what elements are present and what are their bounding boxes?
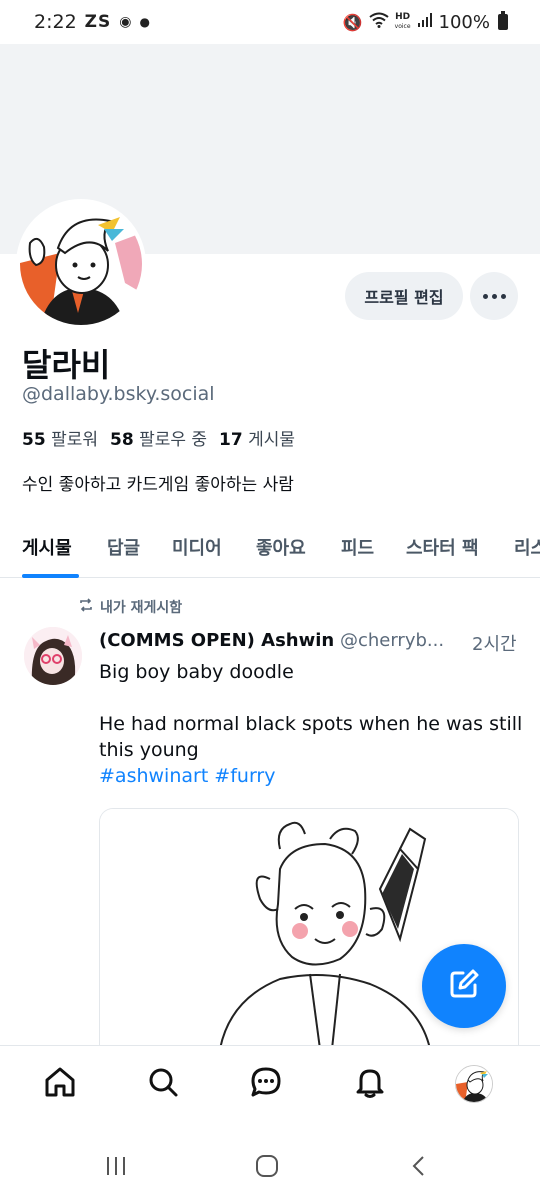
- chat-icon: [249, 1065, 283, 1103]
- post-time[interactable]: 2시간: [470, 630, 517, 656]
- home-icon: [43, 1065, 77, 1103]
- more-options-button[interactable]: [470, 272, 518, 320]
- status-bar: 2:22 ZS ◉ ● 🔇 HD voice 100%: [0, 0, 540, 44]
- system-home-button[interactable]: [252, 1153, 282, 1183]
- post-author-avatar[interactable]: [24, 627, 82, 685]
- profile-avatar-small: [455, 1065, 493, 1103]
- posts-label: 게시물: [248, 430, 296, 450]
- status-bar-right: 🔇 HD voice 100%: [342, 11, 508, 33]
- recents-icon: [104, 1154, 128, 1182]
- post-line-1: Big boy baby doodle: [99, 661, 294, 683]
- tab-likes[interactable]: 좋아요: [256, 534, 306, 560]
- repost-icon: [78, 598, 94, 616]
- posts-count: 17: [219, 430, 243, 450]
- nav-search[interactable]: [143, 1064, 183, 1104]
- back-button[interactable]: [404, 1153, 434, 1183]
- edit-profile-button[interactable]: 프로필 편집: [345, 272, 463, 320]
- battery-icon: [498, 11, 508, 30]
- followers-stat[interactable]: 55 팔로워: [22, 425, 98, 450]
- followers-count: 55: [22, 430, 46, 450]
- battery-percent: 100%: [438, 11, 490, 33]
- nav-chat[interactable]: [246, 1064, 286, 1104]
- tab-lists[interactable]: 리스: [514, 534, 540, 560]
- post-author-handle[interactable]: @cherryb...: [340, 630, 444, 651]
- post-hashtags[interactable]: #ashwinart #furry: [99, 763, 524, 789]
- tab-replies[interactable]: 답글: [107, 534, 140, 560]
- home-circle-icon: [254, 1153, 280, 1183]
- hd-voice-icon: HD voice: [395, 13, 411, 31]
- profile-stats: 55 팔로워 58 팔로우 중 17 게시물: [22, 425, 307, 450]
- following-stat[interactable]: 58 팔로우 중: [110, 425, 207, 450]
- profile-tabs: 게시물 답글 미디어 좋아요 피드 스타터 팩 리스: [0, 520, 540, 578]
- status-bar-left: 2:22 ZS ◉ ●: [34, 11, 150, 33]
- tab-feeds[interactable]: 피드: [341, 534, 374, 560]
- compose-icon: [446, 966, 482, 1006]
- tab-starter-packs[interactable]: 스타터 팩: [406, 534, 479, 560]
- profile-handle: @dallaby.bsky.social: [22, 383, 215, 405]
- tab-posts[interactable]: 게시물: [22, 534, 72, 560]
- wifi-icon: [369, 12, 389, 33]
- nav-notifications[interactable]: [350, 1064, 390, 1104]
- signal-icon: [417, 12, 433, 33]
- active-tab-indicator: [22, 574, 79, 578]
- following-count: 58: [110, 430, 134, 450]
- system-nav-bar: [0, 1123, 540, 1200]
- repost-label: 내가 재게시함: [100, 600, 183, 616]
- bottom-nav: [0, 1045, 540, 1123]
- nav-profile[interactable]: [454, 1064, 494, 1104]
- post-author-name[interactable]: (COMMS OPEN) Ashwin: [99, 630, 334, 651]
- notification-icons: ZS: [84, 12, 112, 32]
- mute-icon: 🔇: [342, 12, 363, 32]
- discord-icon: ◉: [119, 14, 132, 30]
- profile-avatar[interactable]: [16, 199, 146, 329]
- search-icon: [146, 1065, 180, 1103]
- post-line-gap: [99, 685, 524, 711]
- hd-label: HD: [395, 12, 411, 22]
- post-header: (COMMS OPEN) Ashwin @cherryb...: [99, 630, 524, 651]
- bell-icon: [353, 1065, 387, 1103]
- more-dot-icon: [491, 293, 497, 299]
- nav-home[interactable]: [40, 1064, 80, 1104]
- posts-stat: 17 게시물: [219, 425, 295, 450]
- display-name: 달라비: [22, 346, 111, 384]
- back-icon: [407, 1154, 431, 1182]
- voice-label: voice: [394, 23, 411, 30]
- following-label: 팔로우 중: [139, 430, 208, 450]
- followers-label: 팔로워: [51, 430, 98, 450]
- repost-indicator: 내가 재게시함: [78, 597, 182, 617]
- post-line-2: He had normal black spots when he was st…: [99, 713, 523, 761]
- recents-button[interactable]: [101, 1153, 131, 1183]
- status-time: 2:22: [34, 11, 77, 33]
- more-dot-icon: [500, 293, 506, 299]
- profile-bio: 수인 좋아하고 카드게임 좋아하는 사람: [22, 475, 294, 495]
- tab-media[interactable]: 미디어: [172, 534, 222, 560]
- dot-icon: ●: [139, 15, 150, 29]
- compose-button[interactable]: [422, 944, 506, 1028]
- post-body: Big boy baby doodle He had normal black …: [99, 659, 524, 789]
- more-dot-icon: [482, 293, 488, 299]
